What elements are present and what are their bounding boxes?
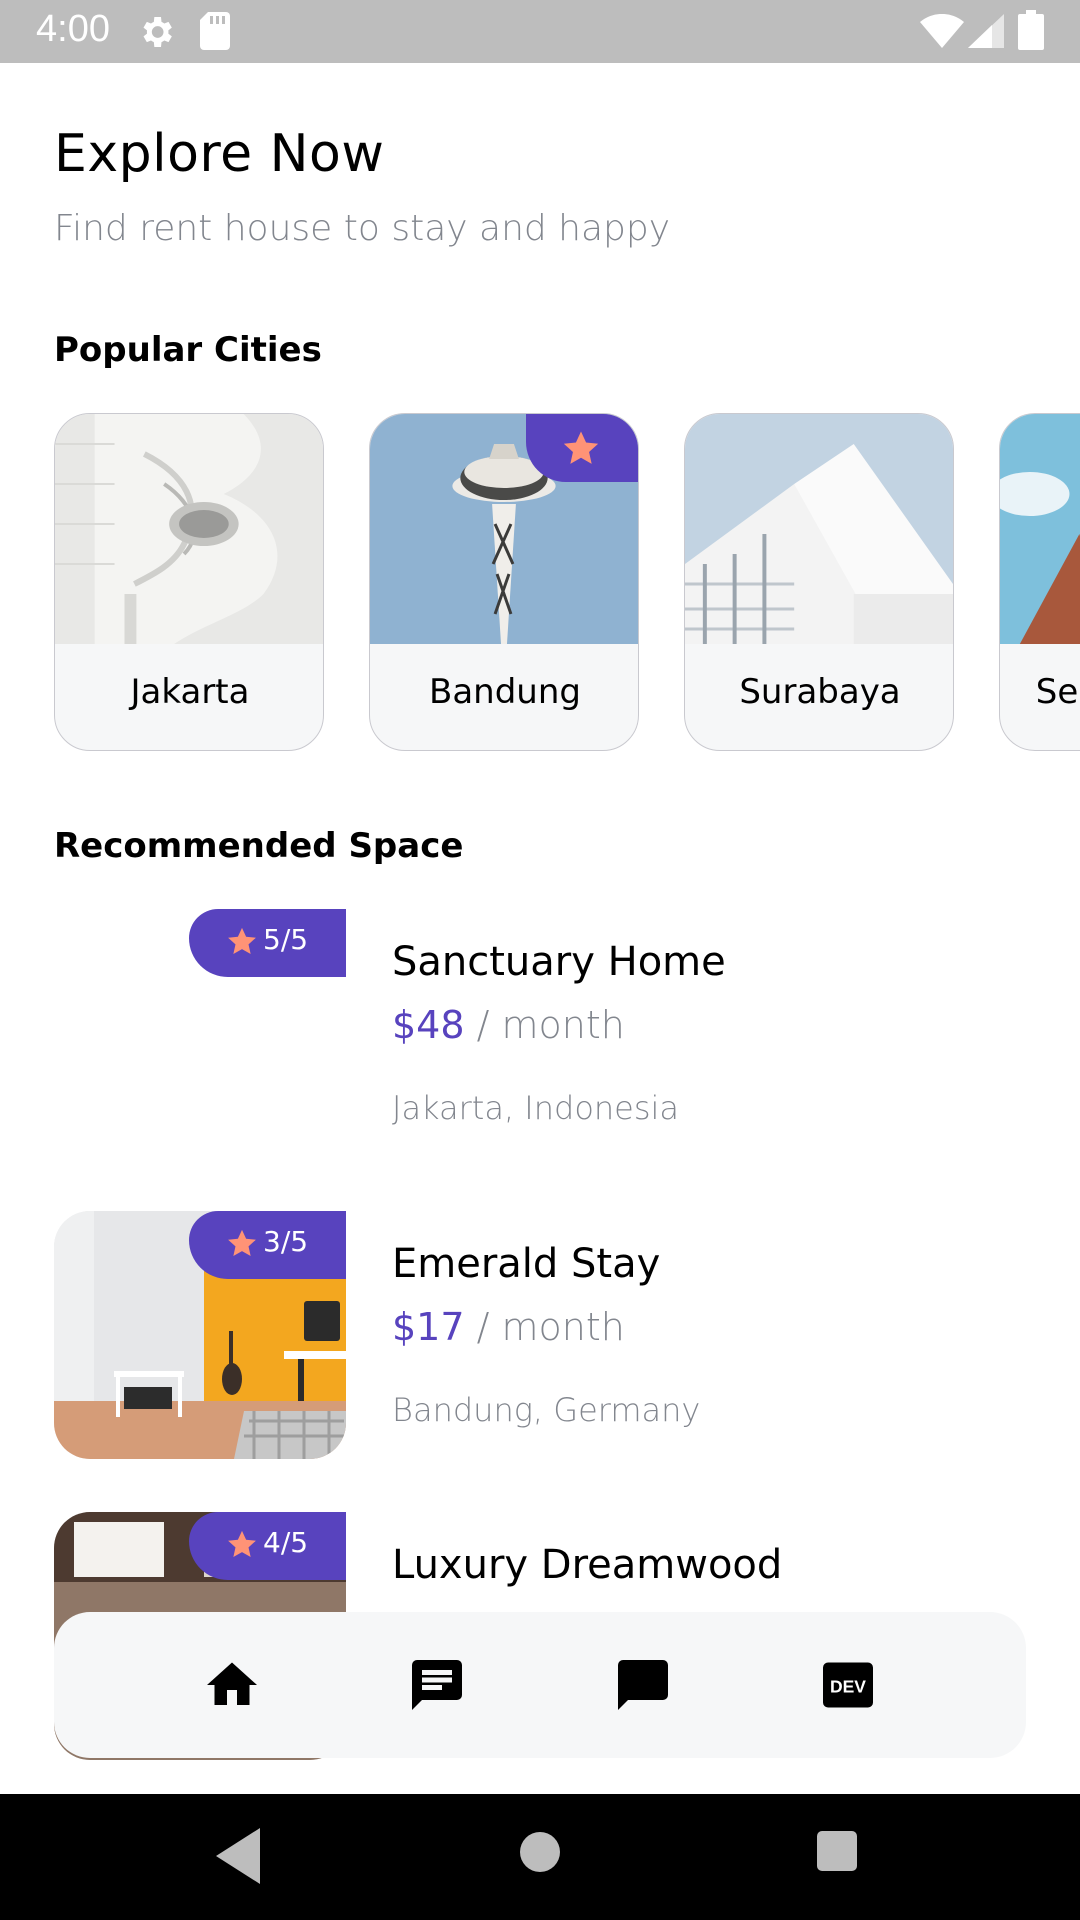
space-price: $48 (392, 1003, 465, 1047)
rating-value: 4/5 (263, 1526, 309, 1559)
nav-dev[interactable]: DEV (818, 1655, 878, 1715)
city-name: Surabaya (739, 672, 901, 712)
rating-badge: 5/5 (189, 909, 346, 977)
city-card-bandung[interactable]: Bandung (369, 413, 639, 751)
nav-messages[interactable] (407, 1655, 467, 1715)
settings-icon (143, 17, 172, 47)
popular-cities-title: Popular Cities (54, 330, 322, 370)
rating-value: 3/5 (263, 1225, 309, 1258)
star-icon (228, 927, 256, 955)
city-name: Se (1035, 672, 1079, 712)
city-name: Jakarta (130, 672, 250, 712)
city-card-jakarta[interactable]: Jakarta (54, 413, 324, 751)
rating-badge: 4/5 (189, 1512, 346, 1580)
sd-card-icon (200, 12, 230, 50)
wifi-icon (920, 14, 964, 48)
page-subtitle: Find rent house to stay and happy (54, 208, 671, 249)
popular-badge (526, 414, 638, 482)
space-name: Luxury Dreamwood (392, 1542, 783, 1588)
city-card-4[interactable]: Se (999, 413, 1080, 751)
home-icon (207, 1662, 257, 1705)
city-card-surabaya[interactable]: Surabaya (684, 413, 954, 751)
recommended-space-title: Recommended Space (54, 826, 464, 866)
dev-icon-label: DEV (830, 1677, 866, 1697)
status-time: 4:00 (36, 8, 110, 50)
space-price-row: $17 / month (392, 1305, 625, 1349)
city-image-surabaya (685, 414, 953, 644)
signal-icon (968, 14, 1004, 48)
page-title: Explore Now (54, 124, 385, 184)
city-image-4 (1000, 414, 1080, 644)
message-icon (412, 1660, 462, 1710)
rating-value: 5/5 (263, 923, 309, 956)
space-price: $17 (392, 1305, 465, 1349)
star-icon (228, 1229, 256, 1257)
space-item-sanctuary-home[interactable]: 5/5 Sanctuary Home $48 / month Jakarta, … (54, 909, 1004, 1157)
city-image-jakarta (55, 414, 323, 644)
nav-home[interactable] (202, 1655, 262, 1715)
space-price-row: $48 / month (392, 1003, 625, 1047)
rating-badge: 3/5 (189, 1211, 346, 1279)
system-navigation-bar (0, 1794, 1080, 1920)
battery-icon (1018, 10, 1044, 50)
status-bar: 4:00 (0, 0, 1080, 63)
popular-cities-list: Jakarta Bandung Surabaya Se (54, 413, 1080, 753)
space-name: Sanctuary Home (392, 939, 726, 985)
chat-icon (618, 1660, 668, 1710)
star-icon (563, 431, 599, 464)
space-location: Bandung, Germany (392, 1391, 701, 1429)
price-unit: / month (464, 1003, 625, 1047)
home-button[interactable] (520, 1832, 560, 1872)
bottom-navigation: DEV (54, 1612, 1026, 1758)
space-location: Jakarta, Indonesia (392, 1089, 680, 1127)
star-icon (228, 1530, 256, 1558)
space-item-emerald-stay[interactable]: 3/5 Emerald Stay $17 / month Bandung, Ge… (54, 1211, 1004, 1459)
dev-icon: DEV (823, 1662, 873, 1708)
nav-chat[interactable] (613, 1655, 673, 1715)
recents-button[interactable] (817, 1831, 857, 1871)
city-name: Bandung (429, 672, 581, 712)
back-icon[interactable] (216, 1828, 260, 1884)
space-name: Emerald Stay (392, 1241, 661, 1287)
price-unit: / month (464, 1305, 625, 1349)
